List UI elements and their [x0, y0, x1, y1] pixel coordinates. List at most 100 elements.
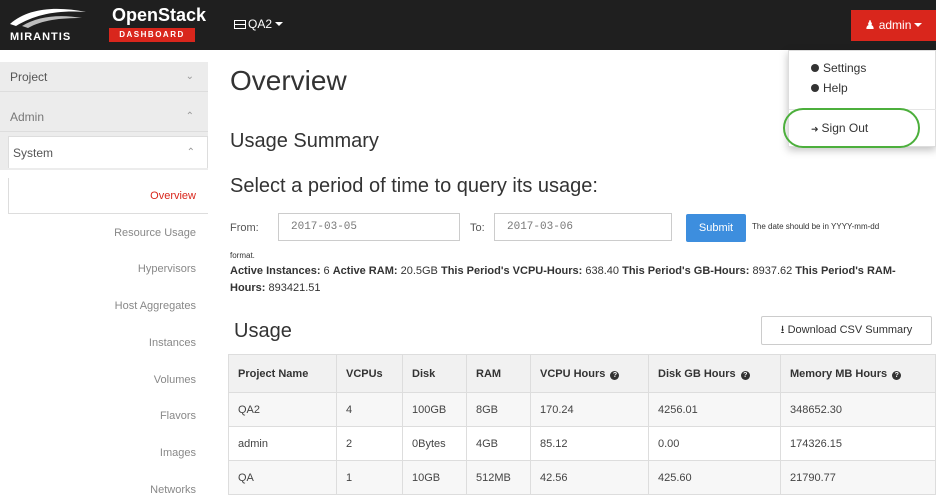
submit-button[interactable]: Submit — [686, 214, 746, 242]
sidebar-item-overview[interactable]: Overview — [150, 190, 196, 202]
mirantis-swoosh-icon — [10, 8, 86, 28]
column-header-ram[interactable]: RAM — [466, 354, 531, 393]
question-icon[interactable]: ? — [740, 370, 750, 380]
project-switcher-label: QA2 — [248, 17, 273, 31]
question-icon[interactable]: ? — [610, 370, 620, 380]
date-format-hint-continued: format. — [230, 251, 255, 260]
sidebar-section-project[interactable]: Project ⌄ — [0, 62, 208, 92]
chevron-down-icon — [914, 23, 923, 27]
active-instances-label: Active Instances: — [230, 265, 321, 277]
from-date-input[interactable] — [278, 213, 460, 241]
top-navbar: MIRANTIS OpenStack DASHBOARD QA2 ♟ admin — [0, 0, 936, 50]
usage-summary-heading: Usage Summary — [230, 130, 379, 152]
vcpu-hours-label: This Period's VCPU-Hours: — [440, 265, 583, 277]
sidebar-section-system[interactable]: System ⌃ — [8, 136, 208, 168]
active-instances-value: 6 — [323, 265, 330, 277]
cell-ram: 512MB — [466, 460, 531, 495]
cell-disk-gb-hours: 4256.01 — [648, 392, 781, 427]
cell-vcpus: 1 — [336, 460, 403, 495]
date-format-hint: The date should be in YYYY-mm-dd — [752, 222, 880, 231]
ram-hours-value: 893421.51 — [268, 282, 321, 294]
chevron-down-icon — [275, 22, 284, 26]
to-date-input[interactable] — [494, 213, 672, 241]
sidebar-section-admin[interactable]: Admin ⌃ — [0, 102, 208, 132]
cell-memory-mb-hours: 348652.30 — [780, 392, 936, 427]
brand-company: MIRANTIS — [10, 31, 72, 43]
cell-disk: 100GB — [402, 392, 467, 427]
cell-project-name: admin — [228, 426, 337, 461]
from-label: From: — [230, 222, 259, 234]
column-header-label: Memory MB Hours — [790, 367, 888, 380]
sidebar: Project ⌄ Admin ⌃ System ⌃ Overview Reso… — [0, 50, 208, 498]
download-csv-label: Download CSV Summary — [787, 324, 913, 336]
column-header-memory-mb-hours[interactable]: Memory MB Hours ? — [780, 354, 936, 393]
to-label: To: — [470, 222, 485, 234]
cell-disk-gb-hours: 425.60 — [648, 460, 781, 495]
column-header-label: VCPU Hours — [540, 367, 606, 380]
column-header-label: Disk GB Hours — [658, 367, 736, 380]
user-menu-button[interactable]: ♟ admin — [851, 10, 936, 41]
chevron-up-icon: ⌃ — [185, 111, 194, 122]
sidebar-item-hypervisors[interactable]: Hypervisors — [138, 263, 196, 275]
chevron-down-icon: ⌄ — [185, 71, 194, 82]
user-menu-label: admin — [878, 18, 912, 32]
sidebar-section-project-label: Project — [10, 70, 48, 84]
cell-memory-mb-hours: 21790.77 — [780, 460, 936, 495]
question-icon[interactable]: ? — [892, 370, 902, 380]
download-csv-button[interactable]: ⭳ Download CSV Summary — [761, 316, 932, 345]
cell-memory-mb-hours: 174326.15 — [780, 426, 936, 461]
active-ram-label: Active RAM: — [332, 265, 398, 277]
brand-logo[interactable]: MIRANTIS OpenStack DASHBOARD — [8, 4, 208, 46]
usage-heading: Usage — [234, 320, 292, 342]
main-content: Overview Usage Summary Select a period o… — [228, 50, 936, 498]
column-header-vcpus[interactable]: VCPUs — [336, 354, 403, 393]
cell-disk-gb-hours: 0.00 — [648, 426, 781, 461]
cell-disk: 10GB — [402, 460, 467, 495]
project-switcher[interactable]: QA2 — [234, 17, 284, 31]
sidebar-item-images[interactable]: Images — [160, 447, 196, 459]
table-row: QA 1 10GB 512MB 42.56 425.60 21790.77 — [228, 460, 936, 495]
sidebar-item-host-aggregates[interactable]: Host Aggregates — [115, 300, 196, 312]
cell-disk: 0Bytes — [402, 426, 467, 461]
sidebar-section-system-label: System — [13, 146, 54, 160]
brand-subtitle: DASHBOARD — [109, 28, 195, 42]
active-ram-value: 20.5GB — [400, 265, 438, 277]
column-header-project-name[interactable]: Project Name — [228, 354, 337, 393]
cell-vcpu-hours: 170.24 — [530, 392, 649, 427]
column-header-disk[interactable]: Disk — [402, 354, 467, 393]
sidebar-item-networks[interactable]: Networks — [150, 484, 196, 496]
brand-title: OpenStack — [112, 5, 207, 25]
chevron-up-icon: ⌃ — [186, 147, 195, 158]
cell-ram: 4GB — [466, 426, 531, 461]
sidebar-section-admin-label: Admin — [10, 110, 45, 124]
column-header-label: RAM — [476, 367, 502, 380]
sidebar-item-flavors[interactable]: Flavors — [160, 410, 196, 422]
cell-vcpu-hours: 85.12 — [530, 426, 649, 461]
table-row: QA2 4 100GB 8GB 170.24 4256.01 348652.30 — [228, 392, 936, 427]
usage-stats: Active Instances: 6 Active RAM: 20.5GB T… — [230, 263, 920, 297]
table-row: admin 2 0Bytes 4GB 85.12 0.00 174326.15 — [228, 426, 936, 461]
project-grid-icon — [234, 20, 246, 29]
cell-vcpus: 4 — [336, 392, 403, 427]
cell-project-name: QA2 — [228, 392, 337, 427]
sidebar-item-resource-usage[interactable]: Resource Usage — [114, 227, 196, 239]
download-icon: ⭳ — [780, 324, 785, 336]
cell-project-name: QA — [228, 460, 337, 495]
gb-hours-value: 8937.62 — [752, 265, 793, 277]
cell-vcpu-hours: 42.56 — [530, 460, 649, 495]
page-title: Overview — [230, 65, 347, 96]
sidebar-item-instances[interactable]: Instances — [149, 337, 196, 349]
cell-ram: 8GB — [466, 392, 531, 427]
table-header-row: Project Name VCPUs Disk RAM VCPU Hours ?… — [228, 354, 936, 393]
usage-table: Project Name VCPUs Disk RAM VCPU Hours ?… — [228, 354, 936, 495]
user-icon: ♟ — [864, 18, 876, 32]
gb-hours-label: This Period's GB-Hours: — [622, 265, 750, 277]
column-header-label: Disk — [412, 367, 436, 380]
sidebar-item-volumes[interactable]: Volumes — [154, 374, 196, 386]
cell-vcpus: 2 — [336, 426, 403, 461]
column-header-disk-gb-hours[interactable]: Disk GB Hours ? — [648, 354, 781, 393]
vcpu-hours-value: 638.40 — [585, 265, 620, 277]
column-header-label: VCPUs — [346, 367, 383, 380]
period-heading: Select a period of time to query its usa… — [230, 175, 598, 197]
column-header-vcpu-hours[interactable]: VCPU Hours ? — [530, 354, 649, 393]
